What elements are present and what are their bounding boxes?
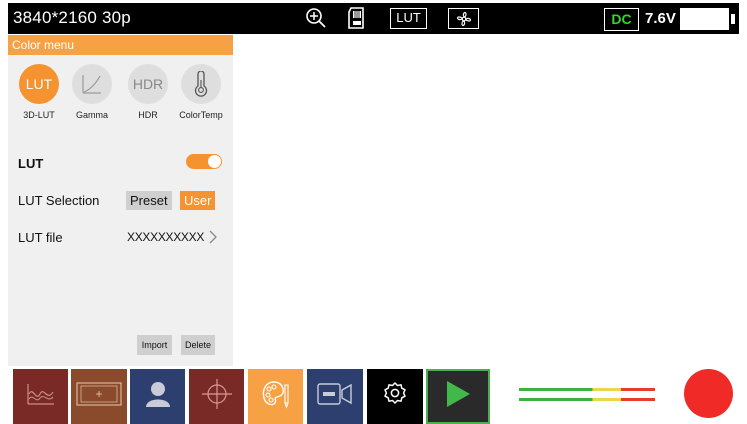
power-source-badge: DC bbox=[604, 8, 639, 31]
category-label: 3D-LUT bbox=[23, 110, 55, 120]
category-label: ColorTemp bbox=[179, 110, 223, 120]
audio-level-meter bbox=[519, 387, 655, 403]
audio-channel-2-bar bbox=[519, 398, 655, 401]
category-label: Gamma bbox=[75, 110, 108, 120]
frame-guide-button[interactable] bbox=[71, 369, 127, 424]
category-3d-lut[interactable]: LUT 3D-LUT bbox=[14, 64, 64, 120]
crosshair-button[interactable] bbox=[189, 369, 244, 424]
lut-toggle[interactable] bbox=[186, 154, 222, 169]
color-menu-button[interactable] bbox=[248, 369, 303, 424]
settings-button[interactable] bbox=[367, 369, 423, 424]
sd-card-icon[interactable] bbox=[346, 6, 368, 30]
import-button[interactable]: Import bbox=[137, 335, 172, 355]
crosshair-icon bbox=[200, 377, 234, 416]
lut-status-badge[interactable]: LUT bbox=[390, 8, 427, 29]
delete-button[interactable]: Delete bbox=[181, 335, 215, 355]
category-label: HDR bbox=[138, 110, 158, 120]
category-gamma[interactable]: Gamma bbox=[67, 64, 117, 120]
user-profile-icon bbox=[144, 379, 172, 414]
status-bar: 3840*2160 30p LUT DC 7.6V bbox=[8, 3, 739, 34]
toggle-knob bbox=[208, 155, 221, 168]
fan-icon[interactable] bbox=[448, 8, 479, 29]
battery-terminal bbox=[731, 14, 735, 24]
hdr-icon: HDR bbox=[128, 64, 168, 104]
resolution-readout: 3840*2160 30p bbox=[13, 8, 131, 27]
lut-selection-label: LUT Selection bbox=[18, 193, 100, 208]
lut-icon: LUT bbox=[19, 64, 59, 104]
zoom-in-icon[interactable] bbox=[304, 6, 328, 30]
camera-button[interactable] bbox=[307, 369, 363, 424]
lut-file-label: LUT file bbox=[18, 230, 63, 245]
thermometer-icon bbox=[181, 64, 221, 104]
category-colortemp[interactable]: ColorTemp bbox=[176, 64, 226, 120]
lut-file-value[interactable]: XXXXXXXXXX bbox=[127, 230, 204, 244]
playback-button[interactable] bbox=[426, 369, 490, 424]
settings-gear-icon bbox=[382, 381, 408, 412]
voltage-readout: 7.6V bbox=[645, 10, 676, 27]
preset-option[interactable]: Preset bbox=[126, 191, 172, 210]
audio-channel-1-bar bbox=[519, 388, 655, 391]
camera-icon bbox=[315, 380, 355, 413]
gamma-curve-icon bbox=[72, 64, 112, 104]
color-palette-icon bbox=[260, 379, 292, 414]
lut-toggle-label: LUT bbox=[18, 156, 44, 171]
category-hdr[interactable]: HDR HDR bbox=[123, 64, 173, 120]
color-menu-panel: Color menu LUT 3D-LUT Gamma HDR HDR Colo… bbox=[8, 35, 233, 366]
waveform-icon bbox=[26, 382, 56, 411]
battery-icon bbox=[680, 8, 729, 30]
user-option[interactable]: User bbox=[180, 191, 216, 210]
chevron-right-icon[interactable] bbox=[208, 229, 218, 250]
record-button[interactable] bbox=[684, 369, 733, 418]
user-profile-button[interactable] bbox=[130, 369, 185, 424]
frame-guide-icon bbox=[74, 379, 124, 414]
waveform-button[interactable] bbox=[13, 369, 68, 424]
play-icon bbox=[445, 380, 471, 413]
panel-title: Color menu bbox=[8, 35, 233, 55]
